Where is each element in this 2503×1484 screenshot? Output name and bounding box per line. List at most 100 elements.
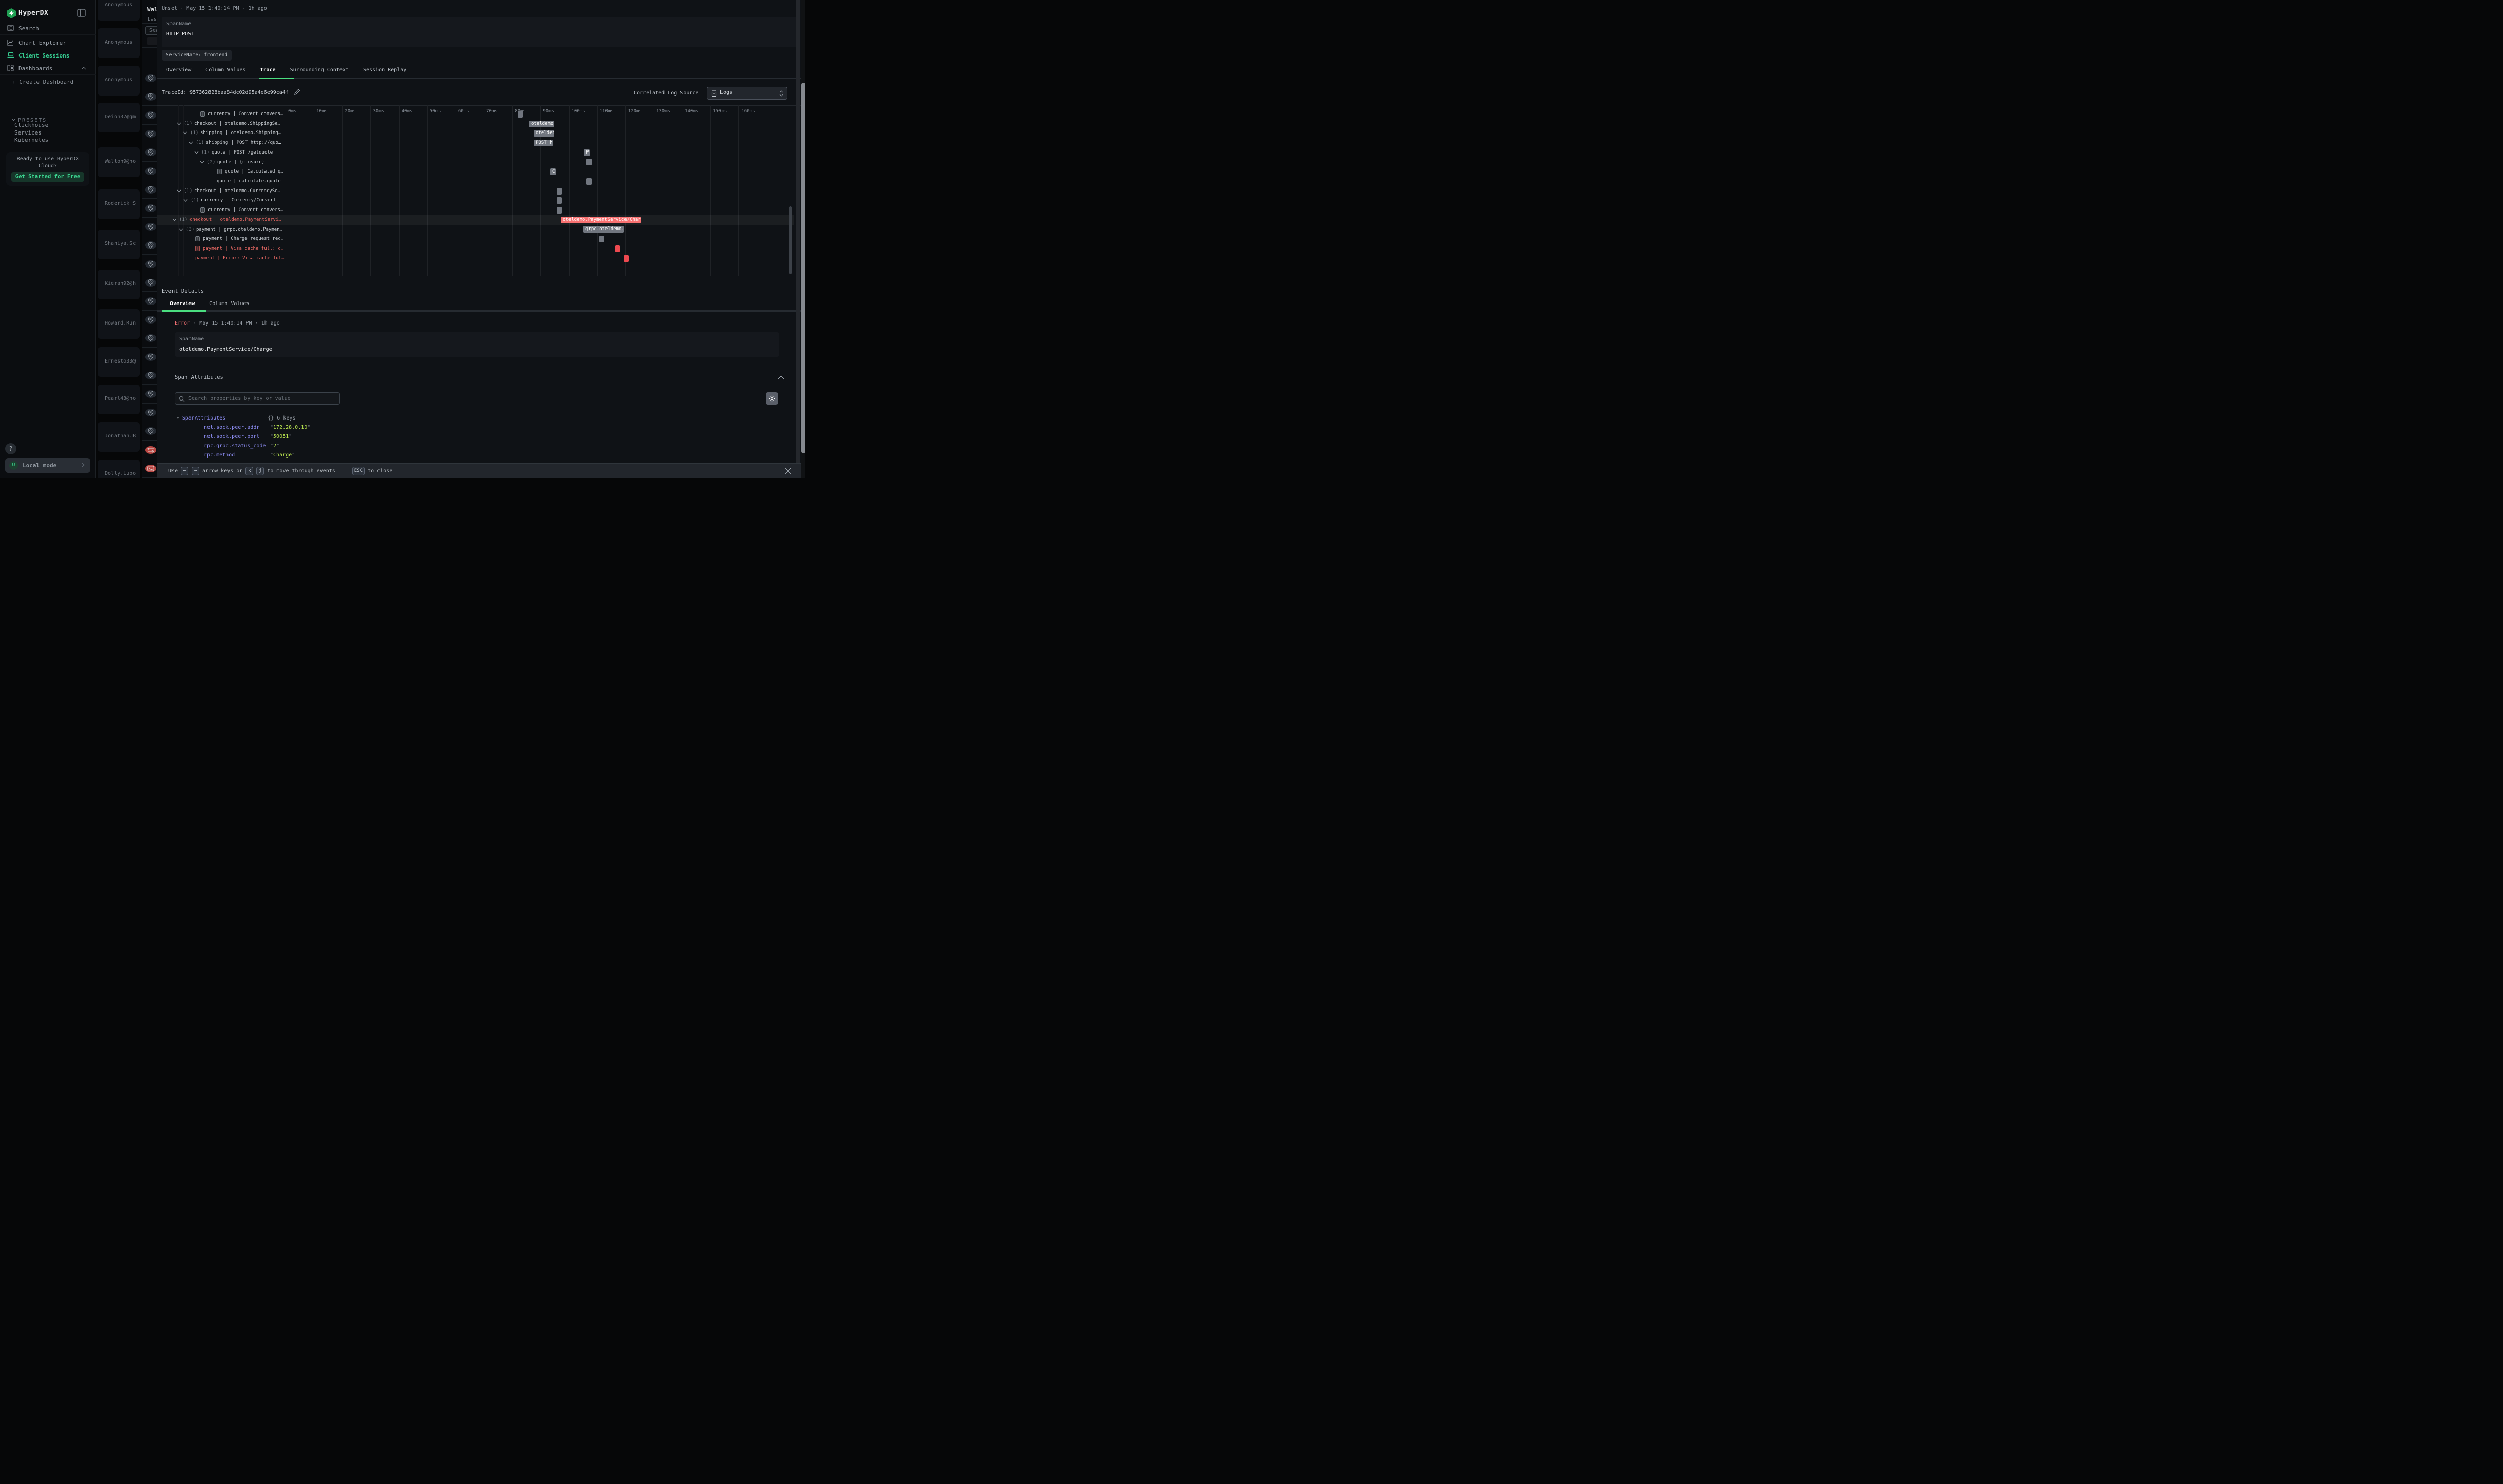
preset-item-clickhouse[interactable]: Clickhouse [14, 122, 48, 128]
get-started-button[interactable]: Get Started for Free [11, 172, 84, 182]
session-card[interactable]: Anonymous [98, 0, 140, 21]
local-mode-button[interactable]: U Local mode [5, 458, 90, 473]
pin-icon[interactable] [145, 223, 156, 231]
attributes-search-input[interactable] [187, 394, 331, 403]
span-bar[interactable]: oteldemo.PaymentService/Char [561, 217, 641, 223]
span-bar[interactable] [615, 245, 620, 252]
chevron-down-icon[interactable] [194, 151, 199, 154]
tab-surrounding-context[interactable]: Surrounding Context [283, 67, 356, 73]
pin-icon[interactable] [145, 204, 156, 212]
session-card[interactable]: Kieran92@h [98, 270, 140, 299]
span-tree-row[interactable]: (1)checkout | oteldemo.PaymentServi… [157, 215, 445, 225]
close-icon[interactable] [784, 467, 792, 475]
attributes-settings-button[interactable] [766, 392, 778, 405]
chevron-down-icon[interactable] [183, 199, 188, 202]
waterfall-scrollbar[interactable] [789, 206, 792, 274]
pin-icon[interactable] [145, 297, 156, 305]
chevron-down-icon[interactable] [177, 122, 181, 125]
span-bar[interactable]: oteldemo. [529, 121, 554, 127]
chevron-down-icon[interactable] [172, 218, 177, 221]
session-card[interactable]: Shaniya.Sc [98, 230, 140, 259]
swap-icon[interactable] [145, 446, 156, 454]
pin-icon[interactable] [145, 111, 156, 119]
preset-item-kubernetes[interactable]: Kubernetes [14, 137, 48, 143]
attributes-search[interactable] [175, 392, 340, 405]
session-card[interactable]: Howard.Run [98, 309, 140, 339]
span-bar[interactable]: C [550, 168, 556, 175]
tab-trace[interactable]: Trace [253, 67, 282, 73]
scrollbar-thumb[interactable] [801, 83, 805, 453]
session-card[interactable]: Roderick_S [98, 189, 140, 219]
span-tree-row[interactable]: payment | Error: Visa cache ful… [157, 254, 445, 263]
span-tree-row[interactable]: (1)checkout | oteldemo.ShippingSe… [157, 119, 445, 129]
pin-icon[interactable] [145, 93, 156, 101]
chevron-down-icon[interactable] [200, 161, 204, 164]
pin-icon[interactable] [145, 334, 156, 342]
collapse-section-icon[interactable] [778, 375, 784, 379]
span-bar[interactable]: P [584, 149, 590, 156]
terminal-icon[interactable] [145, 465, 156, 472]
session-card[interactable]: Ernesto33@ [98, 347, 140, 377]
event-tab-overview[interactable]: Overview [163, 301, 202, 307]
pin-icon[interactable] [145, 148, 156, 156]
pin-icon[interactable] [145, 409, 156, 416]
collapse-sidebar-icon[interactable] [77, 9, 86, 17]
span-tree-row[interactable]: quote | Calculated q… [157, 167, 445, 177]
chevron-down-icon[interactable] [177, 189, 181, 193]
pin-icon[interactable] [145, 241, 156, 249]
log-source-select[interactable]: Logs [707, 87, 787, 100]
sidebar-item-dashboards[interactable]: Dashboards [0, 64, 96, 75]
pin-icon[interactable] [145, 390, 156, 398]
create-dashboard-button[interactable]: + Create Dashboard [12, 79, 73, 85]
sidebar-item-client-sessions[interactable]: Client Sessions [0, 51, 96, 62]
pin-icon[interactable] [145, 260, 156, 268]
tab-overview[interactable]: Overview [159, 67, 198, 73]
span-bar[interactable]: grpc.oteldemo. [583, 226, 624, 233]
span-bar[interactable]: oteldemo.Sh [534, 130, 554, 137]
pin-icon[interactable] [145, 279, 156, 287]
preset-item-services[interactable]: Services [14, 129, 42, 136]
event-tab-column-values[interactable]: Column Values [202, 301, 256, 307]
span-bar[interactable] [557, 207, 562, 214]
span-bar[interactable] [518, 111, 523, 118]
span-bar[interactable] [557, 188, 562, 195]
span-bar[interactable] [586, 159, 592, 165]
span-tree-row[interactable]: currency | Convert convers… [157, 109, 445, 119]
session-card[interactable]: Pearl43@ho [98, 385, 140, 414]
pin-icon[interactable] [145, 74, 156, 82]
span-bar[interactable] [557, 197, 562, 204]
span-tree-row[interactable]: (1)currency | Currency/Convert [157, 196, 445, 205]
sidebar-item-chart-explorer[interactable]: Chart Explorer [0, 38, 96, 49]
chevron-down-icon[interactable] [183, 131, 187, 135]
pin-icon[interactable] [145, 167, 156, 175]
tab-column-values[interactable]: Column Values [198, 67, 253, 73]
span-bar[interactable] [586, 178, 592, 185]
session-card[interactable]: Anonymous [98, 28, 140, 58]
session-card[interactable]: Anonymous [98, 66, 140, 96]
session-card[interactable]: Dolly.Lubo [98, 460, 140, 478]
span-bar[interactable]: POST htt [534, 140, 553, 146]
span-tree-row[interactable]: payment | Charge request rec… [157, 234, 445, 244]
chevron-down-icon[interactable] [179, 228, 183, 231]
help-button[interactable]: ? [5, 443, 16, 454]
tab-session-replay[interactable]: Session Replay [356, 67, 413, 73]
pin-icon[interactable] [145, 316, 156, 324]
chevron-down-icon[interactable] [188, 141, 193, 144]
span-tree-row[interactable]: (1)quote | POST /getquote [157, 148, 445, 158]
edit-trace-id-icon[interactable] [294, 88, 300, 96]
span-tree-row[interactable]: (1)checkout | oteldemo.CurrencySe… [157, 186, 445, 196]
span-tree-row[interactable]: (3)payment | grpc.oteldemo.Paymen… [157, 225, 445, 235]
attributes-root-row[interactable]: ▾ SpanAttributes {} 6 keys [177, 415, 295, 421]
pin-icon[interactable] [145, 130, 156, 138]
pin-icon[interactable] [145, 186, 156, 194]
span-tree-row[interactable]: currency | Convert convers… [157, 205, 445, 215]
span-tree-row[interactable]: quote | calculate-quote [157, 177, 445, 186]
span-tree-row[interactable]: (2)quote | {closure} [157, 158, 445, 167]
service-name-chip[interactable]: ServiceName: frontend [162, 50, 232, 61]
pin-icon[interactable] [145, 372, 156, 379]
sidebar-item-search[interactable]: Search [0, 24, 96, 35]
span-bar[interactable] [624, 255, 629, 262]
session-card[interactable]: Walton9@ho [98, 147, 140, 177]
span-tree-row[interactable]: payment | Visa cache full: c… [157, 244, 445, 254]
span-bar[interactable] [599, 236, 604, 242]
